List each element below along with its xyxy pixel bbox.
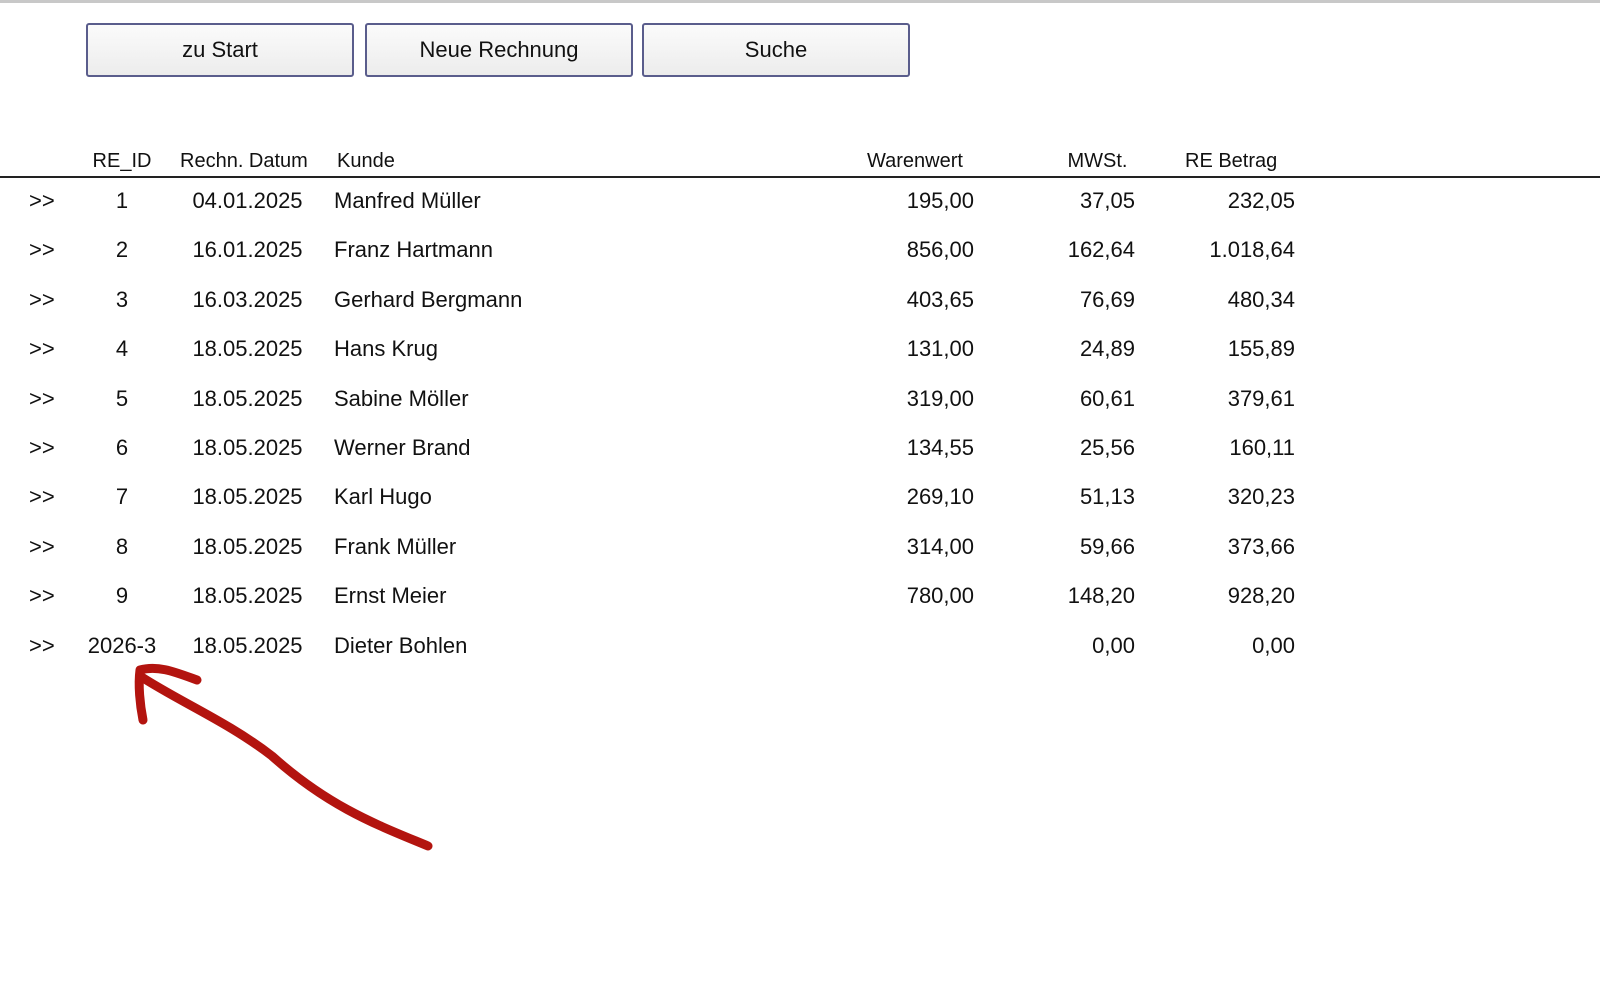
cell-id: 1 <box>115 188 129 213</box>
cell-goods-value: 195,00 <box>906 188 974 213</box>
cell-customer: Manfred Müller <box>334 188 481 213</box>
table-row: >> 7 18.05.2025 Karl Hugo 269,10 51,13 320,23 <box>0 474 1600 522</box>
cell-total: 1.018,64 <box>1209 237 1295 263</box>
column-header-id: RE_ID <box>92 150 152 172</box>
cell-vat: 25,56 <box>1079 435 1135 460</box>
cell-date: 18.05.2025 <box>192 632 303 658</box>
cell-date: 18.05.2025 <box>192 435 303 460</box>
table-row: >> 3 16.03.2025 Gerhard Bergmann 403,65 76,69… <box>0 277 1600 325</box>
invoice-table-header: RE_ID Rechn. Datum Kunde Warenwert MWSt.… <box>0 146 1600 176</box>
cell-total: 232,05 <box>1227 188 1295 213</box>
cell-total: 928,20 <box>1227 583 1295 609</box>
cell-customer: Karl Hugo <box>334 484 432 510</box>
open-invoice-link[interactable]: >> <box>29 277 69 323</box>
cell-vat: 0,00 <box>1092 632 1135 658</box>
cell-id: 6 <box>115 435 129 460</box>
cell-date: 18.05.2025 <box>192 533 303 559</box>
cell-total: 480,34 <box>1227 286 1295 312</box>
table-row: >> 2 16.01.2025 Franz Hartmann 856,00 162,64 1… <box>0 227 1600 275</box>
annotation-arrow-head <box>134 663 202 725</box>
cell-date: 16.01.2025 <box>192 237 303 263</box>
cell-date: 16.03.2025 <box>192 286 303 312</box>
open-invoice-link[interactable]: >> <box>29 326 69 372</box>
cell-customer: Frank Müller <box>334 533 457 559</box>
cell-total: 155,89 <box>1227 336 1295 362</box>
open-invoice-link[interactable]: >> <box>29 425 69 471</box>
cell-total: 373,66 <box>1227 533 1295 559</box>
cell-vat: 162,64 <box>1067 237 1135 263</box>
column-header-vat: MWSt. <box>1067 150 1128 172</box>
cell-id: 2 <box>115 237 129 263</box>
cell-customer: Dieter Bohlen <box>334 632 468 658</box>
cell-total: 0,00 <box>1252 632 1295 658</box>
cell-id: 3 <box>115 286 129 312</box>
cell-total: 379,61 <box>1227 385 1295 411</box>
cell-total: 160,11 <box>1229 435 1295 460</box>
cell-id: 8 <box>115 533 129 559</box>
cell-goods-value: 269,10 <box>906 484 974 510</box>
search-button[interactable]: Suche <box>642 23 910 77</box>
table-row: >> 1 04.01.2025 Manfred Müller 195,00 37,05 23… <box>0 178 1600 226</box>
cell-vat: 59,66 <box>1079 533 1135 559</box>
cell-customer: Sabine Möller <box>334 385 469 411</box>
toolbar: zu Start Neue Rechnung Suche <box>0 0 1600 90</box>
cell-vat: 60,61 <box>1079 385 1135 411</box>
column-header-total: RE Betrag <box>1185 150 1278 172</box>
cell-vat: 51,13 <box>1079 484 1135 510</box>
cell-goods-value: 403,65 <box>906 286 974 312</box>
new-invoice-button[interactable]: Neue Rechnung <box>365 23 633 77</box>
annotation-arrow-shaft <box>135 671 433 851</box>
cell-id: 2026-3 <box>87 632 157 658</box>
column-header-goods-value: Warenwert <box>867 150 963 172</box>
cell-vat: 148,20 <box>1067 583 1135 609</box>
cell-goods-value: 780,00 <box>906 583 974 609</box>
cell-goods-value: 319,00 <box>906 385 974 411</box>
cell-customer: Ernst Meier <box>334 583 447 609</box>
cell-date: 18.05.2025 <box>192 583 303 609</box>
cell-date: 18.05.2025 <box>192 385 303 411</box>
cell-customer: Franz Hartmann <box>334 237 493 263</box>
cell-vat: 37,05 <box>1079 188 1135 213</box>
cell-id: 4 <box>115 336 129 362</box>
open-invoice-link[interactable]: >> <box>29 376 69 422</box>
cell-id: 7 <box>115 484 129 510</box>
open-invoice-link[interactable]: >> <box>29 524 69 570</box>
cell-customer: Gerhard Bergmann <box>334 286 523 312</box>
open-invoice-link[interactable]: >> <box>29 227 69 273</box>
cell-vat: 24,89 <box>1079 336 1135 362</box>
open-invoice-link[interactable]: >> <box>29 573 69 619</box>
column-header-customer: Kunde <box>337 150 395 172</box>
table-row: >> 4 18.05.2025 Hans Krug 131,00 24,89 155,89 <box>0 326 1600 374</box>
table-row: >> 2026-3 18.05.2025 Dieter Bohlen 0,00 0,00 <box>0 623 1600 671</box>
cell-total: 320,23 <box>1227 484 1295 510</box>
cell-goods-value: 314,00 <box>906 533 974 559</box>
table-row: >> 8 18.05.2025 Frank Müller 314,00 59,66 373,… <box>0 524 1600 572</box>
cell-vat: 76,69 <box>1079 286 1135 312</box>
start-button[interactable]: zu Start <box>86 23 354 77</box>
cell-customer: Hans Krug <box>334 336 438 362</box>
cell-date: 04.01.2025 <box>192 188 303 213</box>
cell-date: 18.05.2025 <box>192 484 303 510</box>
column-header-date: Rechn. Datum <box>180 150 308 172</box>
cell-id: 9 <box>115 583 129 609</box>
cell-goods-value: 856,00 <box>906 237 974 263</box>
cell-id: 5 <box>115 385 129 411</box>
table-row: >> 9 18.05.2025 Ernst Meier 780,00 148,20 928,… <box>0 573 1600 621</box>
cell-goods-value: 134,55 <box>906 435 974 460</box>
cell-date: 18.05.2025 <box>192 336 303 362</box>
cell-goods-value: 131,00 <box>906 336 974 362</box>
open-invoice-link[interactable]: >> <box>29 178 69 224</box>
open-invoice-link[interactable]: >> <box>29 474 69 520</box>
table-row: >> 6 18.05.2025 Werner Brand 134,55 25,56 160,… <box>0 425 1600 473</box>
table-row: >> 5 18.05.2025 Sabine Möller 319,00 60,61 379… <box>0 376 1600 424</box>
open-invoice-link[interactable]: >> <box>29 623 69 669</box>
cell-customer: Werner Brand <box>334 435 471 460</box>
